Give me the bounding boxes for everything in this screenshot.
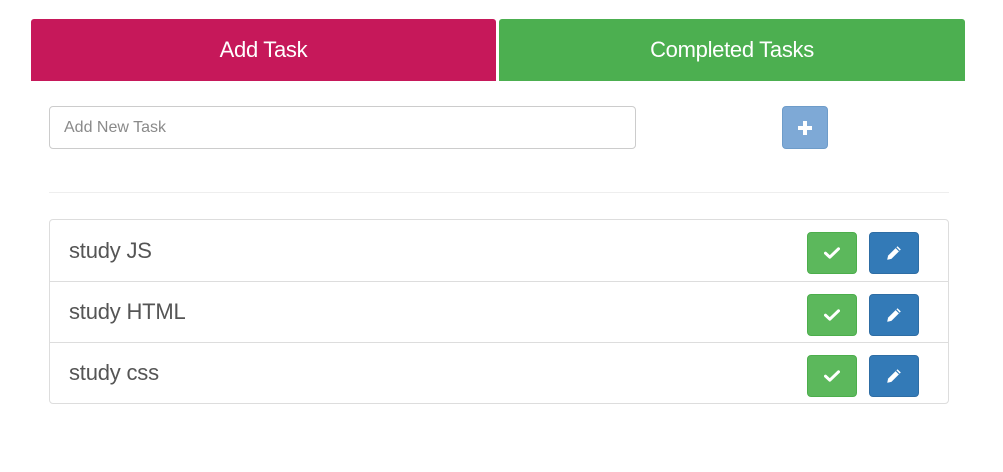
task-list: study JS study HTML study css — [49, 219, 949, 404]
divider — [49, 192, 949, 193]
task-row: study css — [50, 342, 948, 403]
complete-task-button[interactable] — [807, 232, 857, 274]
add-task-button[interactable] — [782, 106, 828, 149]
edit-task-button[interactable] — [869, 294, 919, 336]
tab-completed-tasks[interactable]: Completed Tasks — [499, 19, 965, 81]
plus-icon — [798, 120, 812, 135]
pencil-icon — [886, 245, 902, 261]
task-row: study HTML — [50, 281, 948, 342]
check-icon — [824, 247, 840, 259]
pencil-icon — [886, 307, 902, 323]
check-icon — [824, 370, 840, 382]
tab-bar: Add Task Completed Tasks — [31, 19, 965, 81]
pencil-icon — [886, 368, 902, 384]
task-label: study css — [69, 360, 159, 385]
complete-task-button[interactable] — [807, 294, 857, 336]
check-icon — [824, 309, 840, 321]
tab-add-task[interactable]: Add Task — [31, 19, 496, 81]
new-task-input[interactable] — [49, 106, 636, 149]
complete-task-button[interactable] — [807, 355, 857, 397]
task-label: study HTML — [69, 299, 186, 324]
task-label: study JS — [69, 237, 152, 263]
todo-app: Add Task Completed Tasks study JS — [0, 0, 1003, 472]
task-row: study JS — [50, 220, 948, 281]
edit-task-button[interactable] — [869, 232, 919, 274]
edit-task-button[interactable] — [869, 355, 919, 397]
